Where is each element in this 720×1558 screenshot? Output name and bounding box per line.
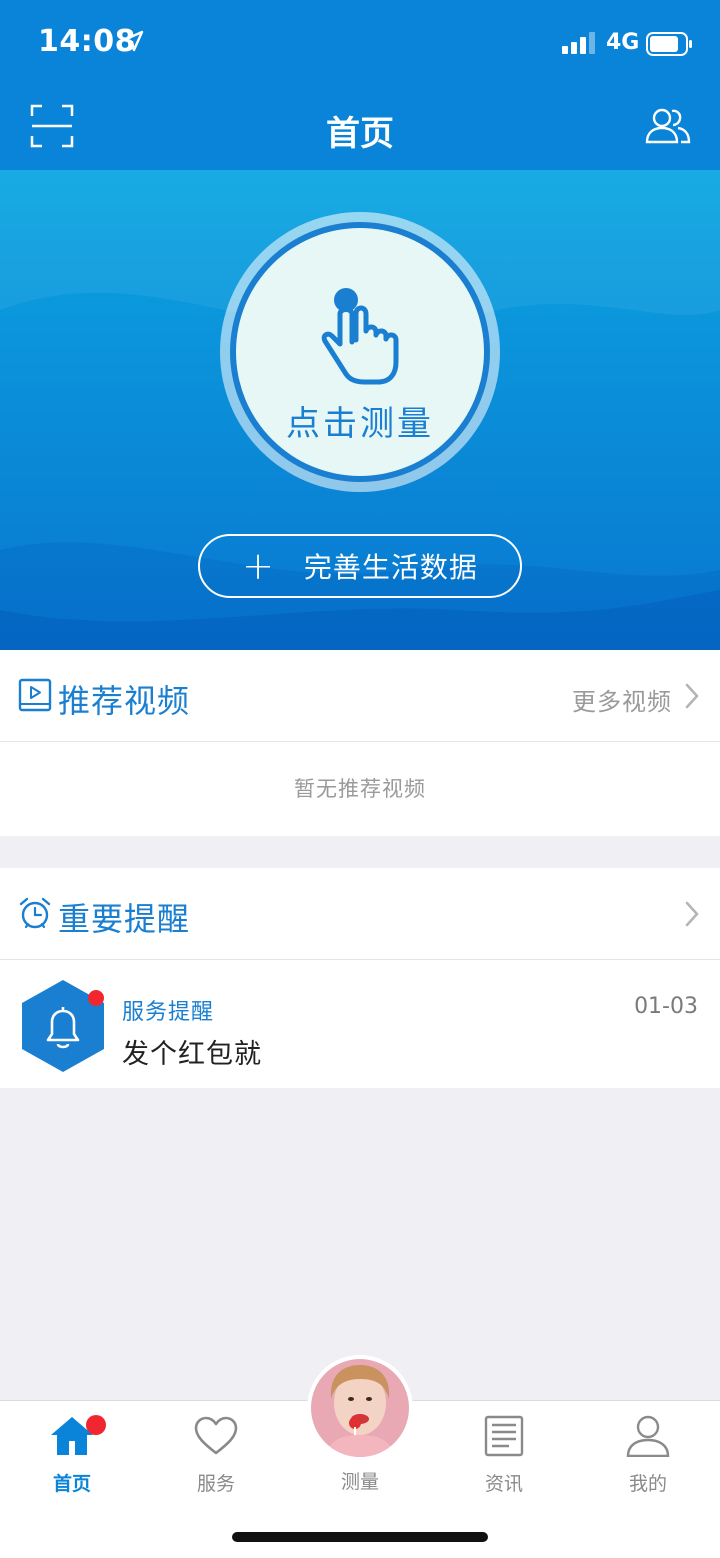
tab-home-label: 首页	[52, 1473, 91, 1495]
reminders-header[interactable]: 重要提醒	[0, 868, 720, 960]
tab-service-label: 服务	[196, 1473, 235, 1495]
avatar[interactable]	[307, 1355, 413, 1461]
measure-button[interactable]: 点击测量	[236, 228, 484, 476]
tab-mine-label: 我的	[628, 1473, 667, 1495]
chevron-right-icon[interactable]	[684, 900, 700, 928]
news-icon	[484, 1415, 524, 1457]
network-type: 4G	[606, 30, 640, 55]
reminder-type: 服务提醒	[122, 1000, 215, 1025]
reminder-date: 01-03	[634, 994, 698, 1019]
important-reminders-section: 重要提醒 服务提醒 01-03 发个红包就	[0, 868, 720, 1088]
person-icon	[626, 1415, 670, 1457]
unread-dot	[88, 990, 104, 1006]
reminders-title: 重要提醒	[58, 900, 191, 938]
signal-icon	[562, 32, 595, 54]
videos-empty-text: 暂无推荐视频	[294, 777, 426, 801]
measure-label: 点击测量	[286, 404, 434, 444]
videos-header: 推荐视频 更多视频	[0, 650, 720, 742]
recommended-videos-section: 推荐视频 更多视频 暂无推荐视频	[0, 650, 720, 836]
complete-life-data-button[interactable]: + 完善生活数据	[198, 534, 522, 598]
tap-hand-icon	[321, 288, 399, 385]
chevron-right-icon[interactable]	[684, 682, 700, 710]
hero-banner: 点击测量 + 完善生活数据	[0, 170, 720, 650]
video-icon	[18, 678, 52, 712]
plus-icon: +	[242, 544, 274, 588]
avatar-image	[311, 1359, 409, 1457]
reminder-item[interactable]: 服务提醒 01-03 发个红包就	[0, 960, 720, 1088]
heart-icon	[194, 1416, 238, 1455]
videos-title: 推荐视频	[58, 682, 191, 720]
complete-life-data-label: 完善生活数据	[303, 551, 478, 584]
more-videos-link[interactable]: 更多视频	[572, 682, 672, 717]
home-badge	[86, 1415, 106, 1435]
tab-mine[interactable]: 我的	[576, 1401, 720, 1513]
tab-service[interactable]: 服务	[144, 1401, 288, 1513]
tab-news-label: 资讯	[484, 1473, 523, 1495]
users-icon[interactable]	[644, 106, 692, 146]
status-bar: 14:08 4G	[0, 0, 720, 88]
tab-measure-label[interactable]: 测量	[288, 1467, 432, 1494]
nav-header: 首页	[0, 88, 720, 170]
battery-icon	[646, 32, 692, 56]
tab-news[interactable]: 资讯	[432, 1401, 576, 1513]
page-title: 首页	[326, 114, 394, 154]
alarm-clock-icon	[19, 897, 51, 929]
location-arrow-icon	[122, 30, 144, 52]
reminder-text: 发个红包就	[122, 1039, 262, 1070]
home-indicator	[232, 1532, 488, 1542]
tab-home[interactable]: 首页	[0, 1401, 144, 1513]
avatar-photo	[311, 1359, 409, 1457]
